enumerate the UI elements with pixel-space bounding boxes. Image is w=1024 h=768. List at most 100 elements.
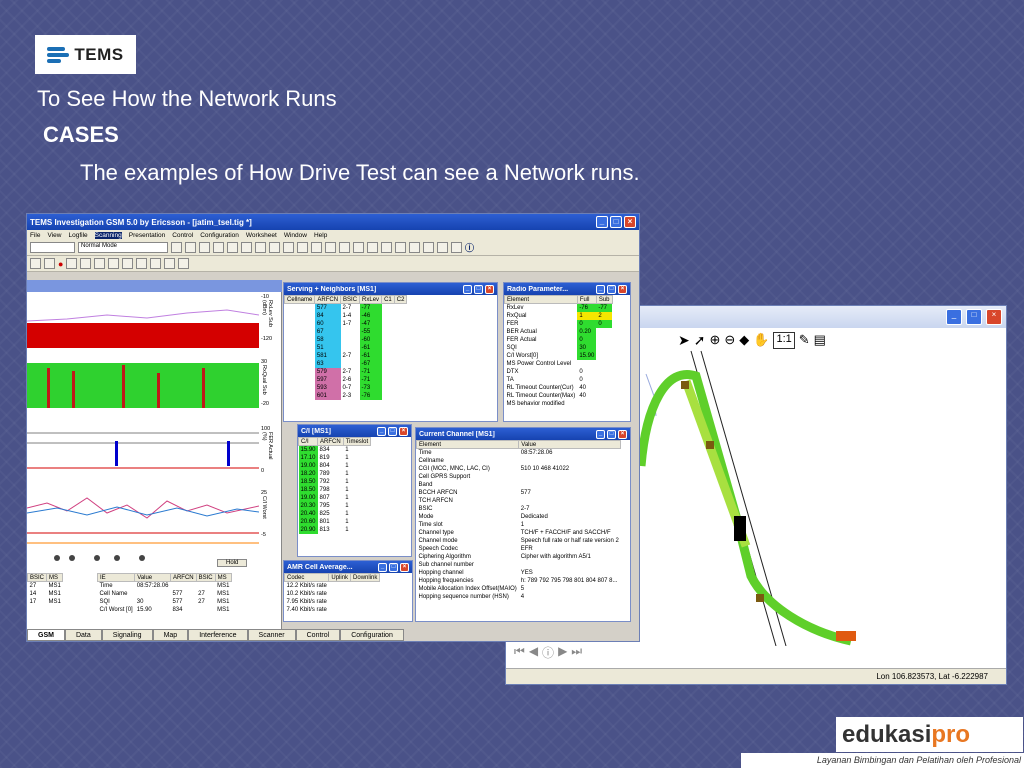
radio-close-button[interactable]: × <box>618 284 627 294</box>
menu-item-configuration[interactable]: Configuration <box>200 232 239 239</box>
table-row[interactable]: Ciphering Algorithm Cipher with algorithm… <box>417 553 621 561</box>
table-row[interactable]: 27 MS1 <box>28 582 63 590</box>
table-row[interactable]: 20.30 795 1 <box>298 501 371 510</box>
table-row[interactable]: 7.95 Kbit/s rate <box>285 598 380 606</box>
radio-max-button[interactable]: □ <box>607 284 616 294</box>
tab-interference[interactable]: Interference <box>188 629 248 641</box>
table-row[interactable]: 63 -67 <box>285 359 407 368</box>
table-row[interactable]: Speech Codec EFR <box>417 545 621 553</box>
table-row[interactable]: 14 MS1 <box>28 590 63 598</box>
info-icon[interactable]: ⓘ <box>465 241 474 254</box>
menu-item-logfile[interactable]: Logfile <box>68 232 87 239</box>
table-row[interactable]: Time 08:57:28.06 <box>417 449 621 457</box>
table-row[interactable]: Hopping channel YES <box>417 569 621 577</box>
menu-item-presentation[interactable]: Presentation <box>129 232 166 239</box>
table-row[interactable]: FER 0 0 <box>505 319 613 328</box>
table-row[interactable]: Time 08:57:28.06 MS1 <box>98 582 232 590</box>
table-row[interactable]: 12.2 Kbit/s rate <box>285 582 380 590</box>
table-row[interactable]: 593 0-7 -73 <box>285 383 407 392</box>
table-row[interactable]: MS behavior modified <box>505 400 613 408</box>
serving-close-button[interactable]: × <box>485 284 494 294</box>
table-row[interactable]: 577 2-7 -77 <box>285 303 407 312</box>
table-row[interactable]: SQI 30 <box>505 343 613 352</box>
table-row[interactable]: 18.50 792 1 <box>298 477 371 486</box>
table-row[interactable]: 10.2 Kbit/s rate <box>285 590 380 598</box>
table-row[interactable]: Cell GPRS Support <box>417 473 621 481</box>
table-row[interactable]: Mobile Allocation Index Offset(MAIO) 5 <box>417 585 621 593</box>
serving-min-button[interactable]: _ <box>463 284 472 294</box>
table-row[interactable]: 581 2-7 -61 <box>285 351 407 360</box>
menu-item-window[interactable]: Window <box>284 232 307 239</box>
tab-gsm[interactable]: GSM <box>27 629 65 641</box>
previous-icon[interactable]: ◀ <box>529 644 538 661</box>
table-row[interactable]: CGI (MCC, MNC, LAC, CI) 510 10 468 41022 <box>417 465 621 473</box>
table-row[interactable]: 579 2-7 -71 <box>285 367 407 376</box>
menu-item-help[interactable]: Help <box>314 232 327 239</box>
tab-scanner[interactable]: Scanner <box>247 629 296 641</box>
table-row[interactable]: RL Timeout Counter(Cur) 40 <box>505 384 613 392</box>
channel-close-button[interactable]: × <box>618 429 627 439</box>
main-maximize-button[interactable]: □ <box>610 216 622 228</box>
channel-min-button[interactable]: _ <box>596 429 605 439</box>
first-icon[interactable]: ⏮ <box>514 644 525 661</box>
tab-data[interactable]: Data <box>64 629 102 641</box>
channel-max-button[interactable]: □ <box>607 429 616 439</box>
table-row[interactable]: 15.90 834 1 <box>298 445 371 454</box>
table-row[interactable]: Cellname <box>417 457 621 465</box>
table-row[interactable]: MS Power Control Level <box>505 360 613 368</box>
table-row[interactable]: Hopping frequencies h: 789 792 795 798 80… <box>417 577 621 585</box>
table-row[interactable]: RL Timeout Counter(Max) 40 <box>505 392 613 400</box>
tab-configuration[interactable]: Configuration <box>340 629 404 641</box>
table-row[interactable]: 67 -55 <box>285 327 407 336</box>
table-row[interactable]: C/I Worst[0] 15.90 <box>505 351 613 360</box>
table-row[interactable]: Channel mode Speech full rate or half rat… <box>417 537 621 545</box>
radio-min-button[interactable]: _ <box>596 284 605 294</box>
table-row[interactable]: C/I Worst [0] 15.90 834 MS1 <box>98 606 232 614</box>
table-row[interactable]: 17 MS1 <box>28 598 63 606</box>
table-row[interactable]: 19.00 804 1 <box>298 461 371 470</box>
mode-select[interactable]: Normal Mode <box>78 242 168 253</box>
serving-max-button[interactable]: □ <box>474 284 483 294</box>
table-row[interactable]: Hopping sequence number (HSN) 4 <box>417 593 621 601</box>
map-close-button[interactable]: × <box>986 309 1002 325</box>
table-row[interactable]: 58 -60 <box>285 335 407 344</box>
table-row[interactable]: Cell Name 577 27 MS1 <box>98 590 232 598</box>
table-row[interactable]: RxLev -76 -77 <box>505 303 613 312</box>
tab-signaling[interactable]: Signaling <box>101 629 153 641</box>
menu-item-view[interactable]: View <box>47 232 61 239</box>
ci-min-button[interactable]: _ <box>377 426 386 436</box>
last-icon[interactable]: ⏭ <box>571 644 582 661</box>
table-row[interactable]: DTX 0 <box>505 368 613 376</box>
table-row[interactable]: TCH ARFCN <box>417 497 621 505</box>
table-row[interactable]: 84 1-4 -46 <box>285 311 407 320</box>
amr-max-button[interactable]: □ <box>389 562 398 572</box>
info-icon[interactable]: ⓘ <box>542 644 554 661</box>
table-row[interactable]: 18.20 789 1 <box>298 469 371 478</box>
table-row[interactable]: 597 2-6 -71 <box>285 375 407 384</box>
table-row[interactable]: 20.60 801 1 <box>298 517 371 526</box>
table-row[interactable]: TA 0 <box>505 376 613 384</box>
main-minimize-button[interactable]: _ <box>596 216 608 228</box>
tab-control[interactable]: Control <box>295 629 341 641</box>
table-row[interactable]: Band <box>417 481 621 489</box>
table-row[interactable]: 18.50 798 1 <box>298 485 371 494</box>
amr-min-button[interactable]: _ <box>378 562 387 572</box>
hold-button[interactable]: Hold <box>217 559 248 567</box>
table-row[interactable]: RxQual 1 2 <box>505 311 613 320</box>
table-row[interactable]: 60 1-7 -47 <box>285 319 407 328</box>
table-row[interactable]: 7.40 Kbit/s rate <box>285 606 380 614</box>
menu-item-control[interactable]: Control <box>172 232 193 239</box>
combo-box[interactable] <box>30 242 75 253</box>
table-row[interactable]: 19.00 807 1 <box>298 493 371 502</box>
next-icon[interactable]: ▶ <box>558 644 567 661</box>
record-icon[interactable]: ● <box>58 259 63 269</box>
ci-max-button[interactable]: □ <box>388 426 397 436</box>
table-row[interactable]: Channel type TCH/F + FACCH/F and SACCH/F <box>417 529 621 537</box>
menu-item-worksheet[interactable]: Worksheet <box>246 232 277 239</box>
table-row[interactable]: BCCH ARFCN 577 <box>417 489 621 497</box>
tab-map[interactable]: Map <box>152 629 189 641</box>
table-row[interactable]: FER Actual 0 <box>505 335 613 344</box>
menu-item-file[interactable]: File <box>30 232 40 239</box>
amr-close-button[interactable]: × <box>400 562 409 572</box>
table-row[interactable]: Mode Dedicated <box>417 513 621 521</box>
